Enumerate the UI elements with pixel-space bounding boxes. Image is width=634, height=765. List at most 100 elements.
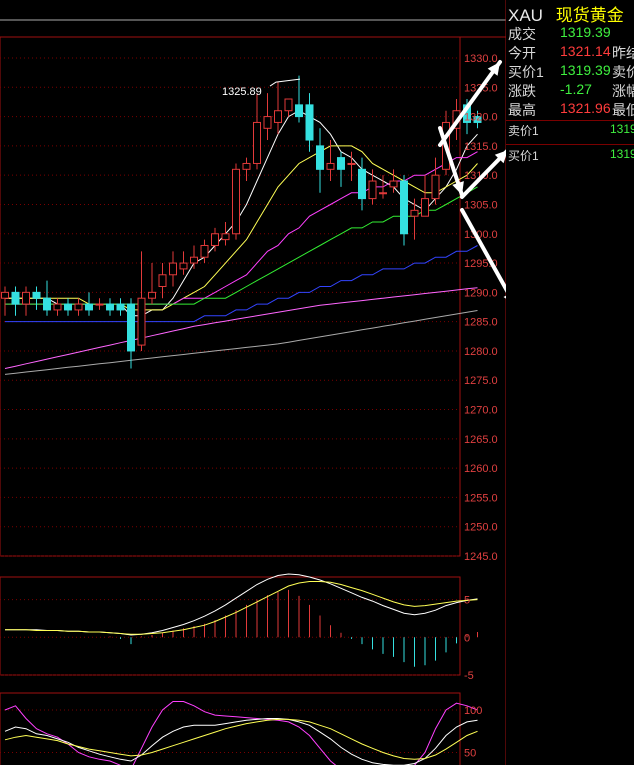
chart-grid	[0, 0, 507, 765]
y-tick-label: 1270.0	[464, 405, 498, 417]
high-annotation-leader	[269, 78, 301, 87]
y-tick-label: 1300.0	[464, 229, 498, 241]
candle-body	[169, 262, 177, 276]
candle-body	[431, 174, 440, 200]
y-tick-label: 1260.0	[464, 463, 498, 475]
candle-body	[116, 303, 125, 311]
quote-label-2: 卖价	[612, 64, 634, 80]
candle-body	[64, 303, 72, 311]
high-annotation-label: 1325.89	[222, 86, 262, 98]
candle-body	[421, 198, 429, 217]
macd-tick-label: -5	[464, 670, 474, 682]
y-tick-label: 1255.0	[464, 492, 498, 504]
arrow-head	[452, 181, 464, 195]
quote-label-2: 涨幅	[612, 83, 634, 99]
candle-body	[242, 162, 251, 170]
candle-body	[253, 121, 261, 164]
candle-body	[263, 116, 272, 129]
candle-body	[274, 110, 282, 123]
macd-chart[interactable]	[5, 573, 478, 667]
kdj-tick-label: 50	[464, 748, 476, 760]
candle-body	[358, 168, 366, 200]
y-tick-label: 1290.0	[464, 287, 498, 299]
quote-label: 最高	[508, 102, 536, 118]
candle-body	[85, 303, 93, 311]
candle-body	[148, 291, 156, 299]
ma-line-ma250	[4, 310, 478, 375]
candle-body	[368, 180, 377, 200]
kdj-line-ma5	[4, 718, 478, 765]
candle-body	[74, 303, 83, 311]
candle-body	[43, 297, 51, 311]
candlestick-chart[interactable]: 1325.89	[1, 75, 482, 375]
quote-row-high: 最高 1321.96 最低	[508, 100, 634, 122]
y-tick-label: 1245.0	[464, 551, 498, 563]
candle-body	[232, 168, 240, 235]
quote-panel: XAU 现货黄金 成交 1319.39 今开 1321.14 昨结 买价1 13…	[506, 0, 634, 765]
candle-body	[95, 303, 104, 306]
y-tick-label: 1320.0	[464, 112, 498, 124]
candle-body	[284, 98, 293, 112]
candle-body	[326, 162, 335, 170]
kdj-frame	[0, 692, 461, 765]
symbol-name: 现货黄金	[555, 6, 624, 25]
candle-body	[295, 104, 303, 118]
candle-body	[32, 291, 41, 299]
macd-line-ma5	[5, 573, 478, 636]
candle-body	[337, 157, 345, 170]
candle-body	[1, 291, 9, 299]
quote-label: 成交	[508, 26, 536, 42]
macd-frame	[0, 576, 461, 676]
candle-body	[127, 303, 135, 352]
candle-body	[379, 192, 387, 195]
quote-value: -1.27	[560, 81, 592, 97]
candle-body	[158, 274, 167, 287]
panel-header: XAU 现货黄金	[508, 1, 624, 26]
y-tick-label: 1250.0	[464, 522, 498, 534]
kdj-line-ma20	[4, 701, 478, 765]
candle-body	[190, 256, 198, 264]
candle-body	[11, 291, 20, 305]
y-tick-label: 1280.0	[464, 346, 498, 358]
orderbook-label: 卖价1	[508, 124, 539, 138]
y-tick-label: 1330.0	[464, 53, 498, 65]
candle-body	[179, 262, 188, 270]
candle-body	[137, 297, 146, 346]
kdj-chart[interactable]	[4, 701, 478, 765]
candle-body	[106, 303, 114, 311]
y-tick-label: 1315.0	[464, 141, 498, 153]
quote-value: 1321.14	[560, 43, 611, 59]
quote-label: 涨跌	[508, 83, 536, 99]
panel-divider	[506, 144, 634, 145]
quote-label-2: 最低	[612, 102, 634, 118]
candle-body	[410, 209, 419, 217]
candle-body	[347, 162, 356, 165]
orderbook-value: 1319	[610, 122, 634, 136]
candle-body	[200, 244, 209, 258]
candle-body	[316, 145, 324, 170]
quote-value: 1321.96	[560, 100, 611, 116]
orderbook-label: 买价1	[508, 149, 539, 163]
quote-label: 今开	[508, 45, 536, 61]
candle-body	[22, 291, 30, 305]
orderbook-value: 1319	[610, 147, 634, 161]
macd-tick-label: 5	[464, 595, 470, 607]
quote-value: 1319.39	[560, 62, 611, 78]
candle-body	[53, 303, 62, 311]
symbol-code: XAU	[508, 6, 543, 25]
y-tick-label: 1265.0	[464, 434, 498, 446]
quote-value: 1319.39	[560, 24, 611, 40]
macd-tick-label: 0	[464, 632, 470, 644]
candle-body	[400, 180, 408, 235]
kdj-line-ma10	[4, 718, 478, 760]
panel-divider	[506, 120, 634, 121]
y-tick-label: 1275.0	[464, 375, 498, 387]
y-tick-label: 1285.0	[464, 317, 498, 329]
main-frame	[0, 36, 461, 557]
candle-body	[389, 180, 398, 188]
candle-body	[221, 233, 230, 241]
arrow-shaft	[438, 60, 502, 147]
orderbook-ask-row: 卖价1 1319	[508, 122, 634, 142]
candle-body	[305, 104, 314, 141]
quote-label: 买价1	[508, 64, 544, 80]
